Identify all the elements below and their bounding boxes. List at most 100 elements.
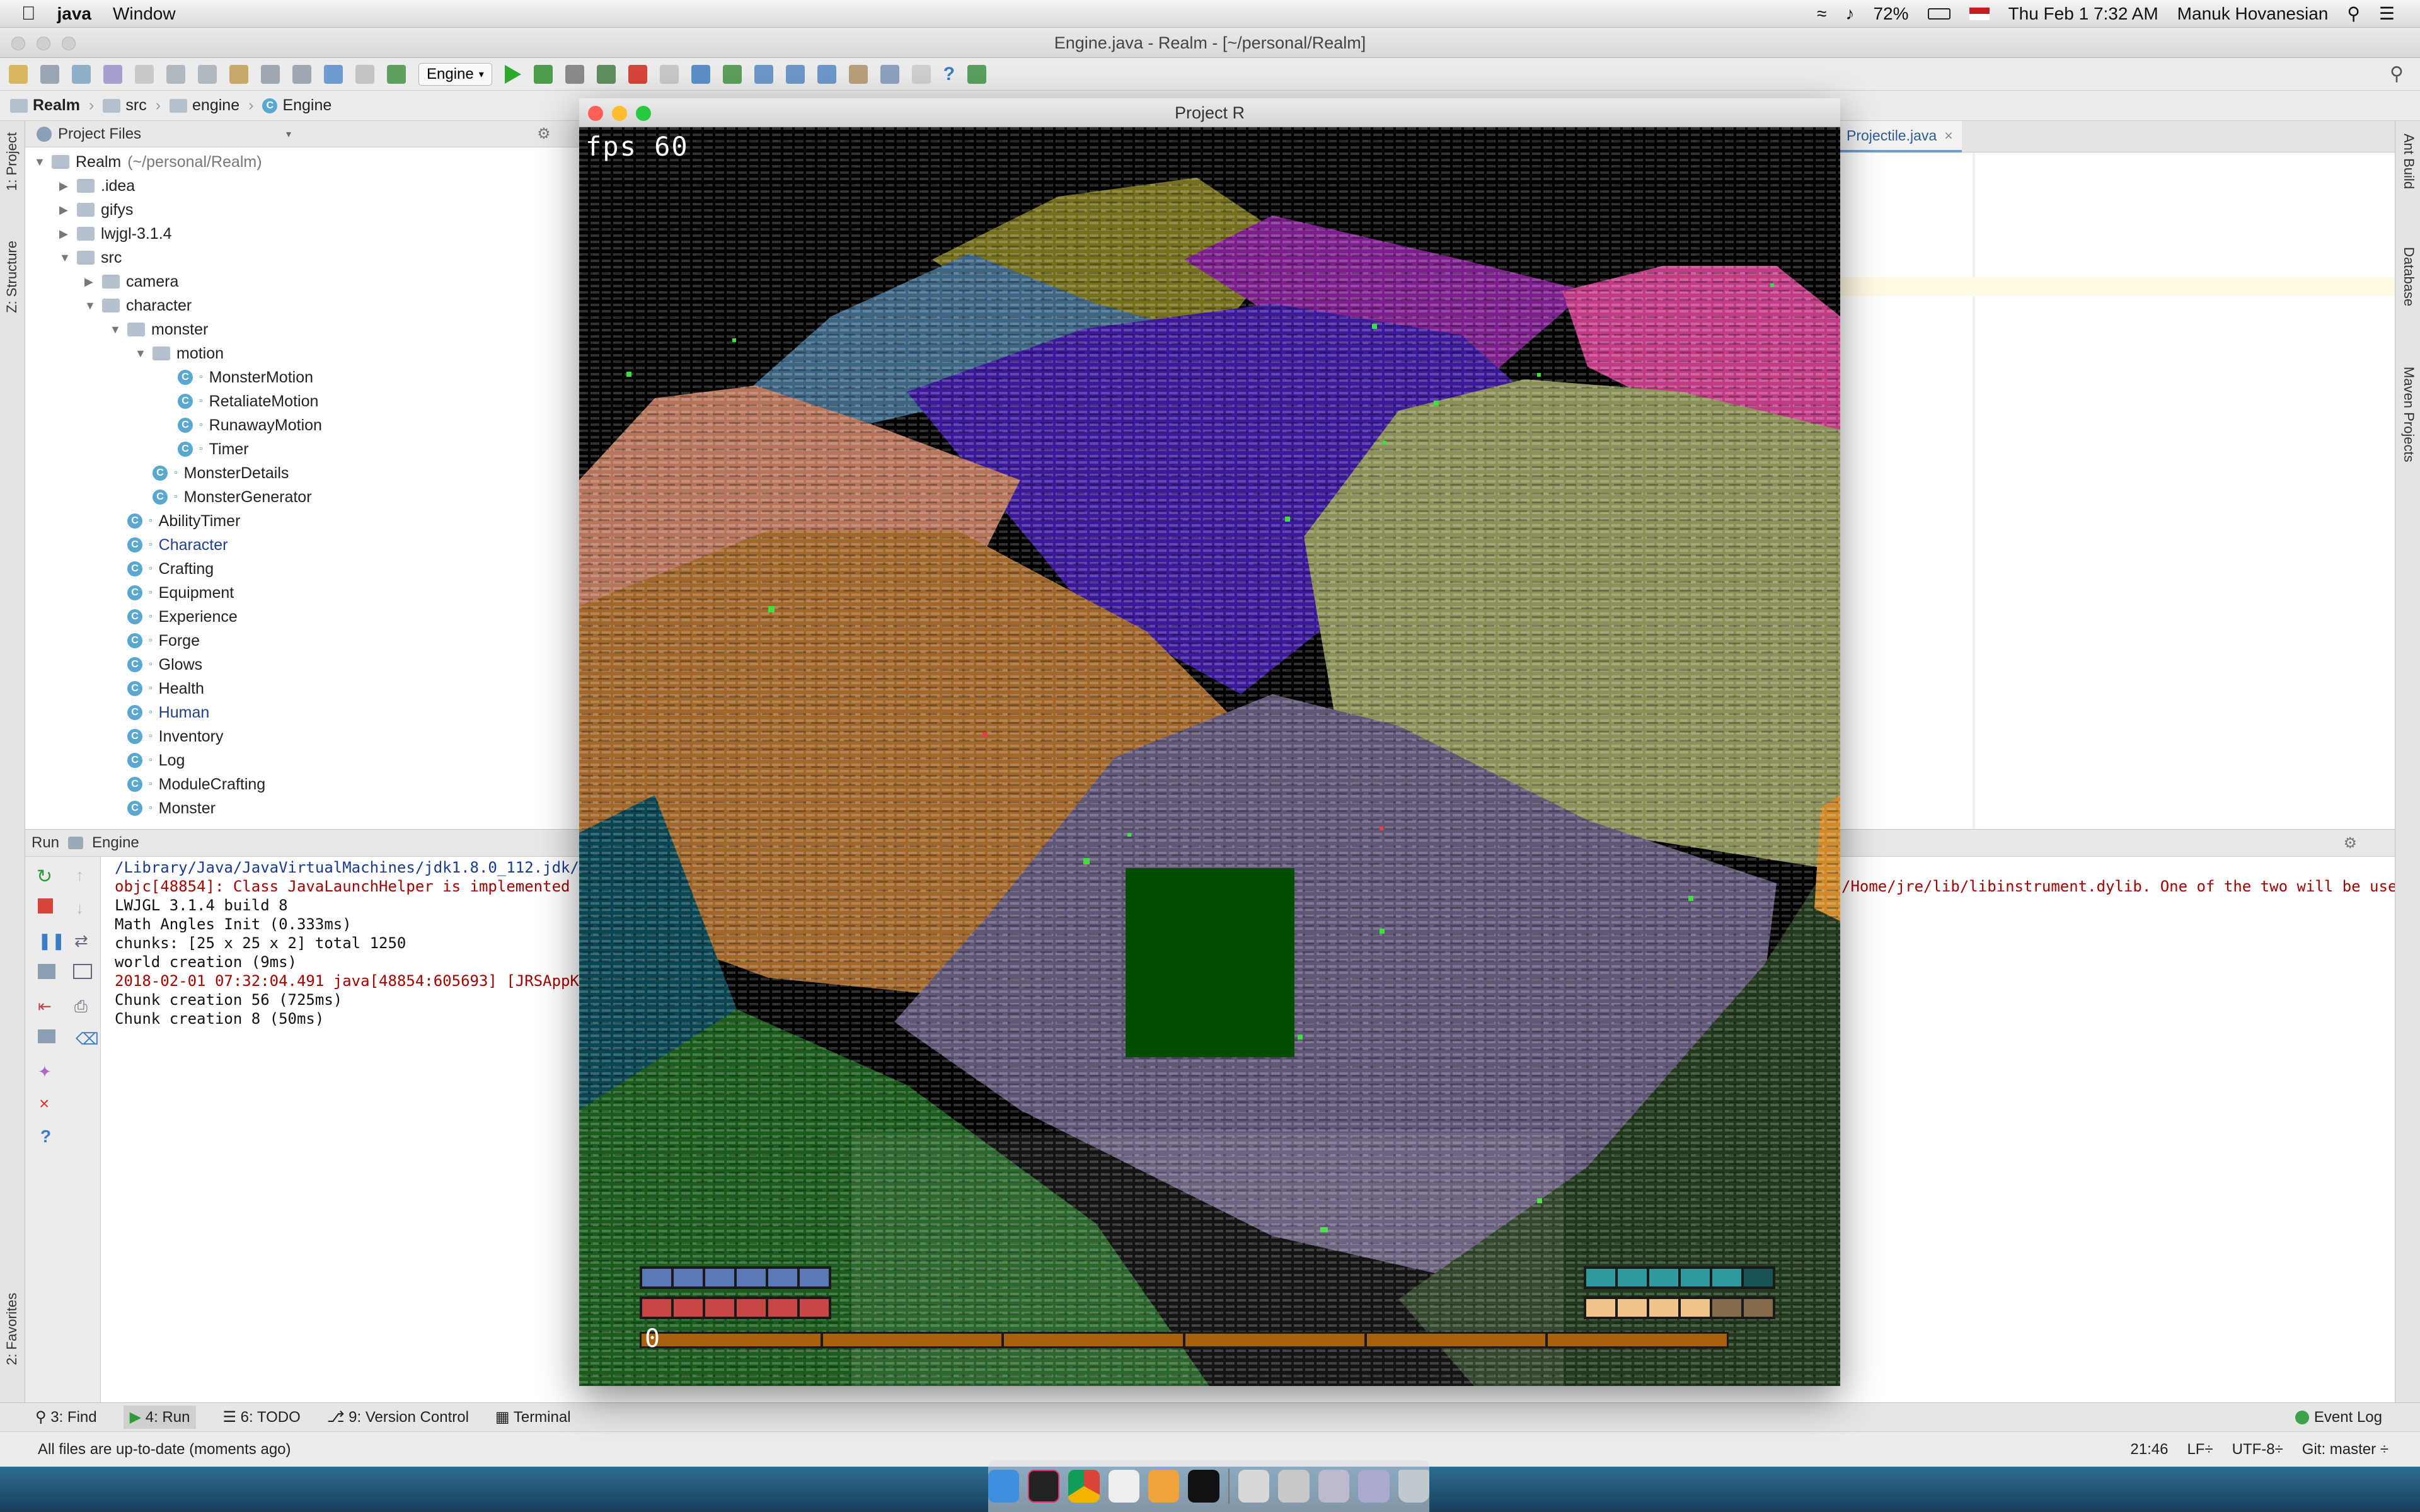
expand-arrow-icon[interactable]: ▼ [110,323,121,336]
tab-version-control[interactable]: ⎇ 9: Version Control [327,1408,469,1426]
game-viewport[interactable]: fps 60 0 [579,127,1840,1386]
apple-icon[interactable]:  [21,3,36,25]
chrome-icon[interactable] [1068,1470,1100,1503]
textedit-icon[interactable] [1108,1470,1139,1503]
tree-class[interactable]: C ▫ Timer [160,437,249,461]
attach-icon[interactable] [659,64,679,84]
finder-icon[interactable] [988,1470,1020,1503]
java-icon[interactable] [1148,1470,1180,1503]
folder-icon[interactable] [1358,1470,1390,1503]
breadcrumb-src[interactable]: src [103,96,147,115]
git-branch[interactable]: Git: master ÷ [2302,1441,2388,1458]
build-icon[interactable] [387,64,406,84]
close-icon[interactable]: × [39,1094,49,1114]
settings-icon[interactable]: ⚙ [537,125,551,143]
tree-class[interactable]: C ▫ Equipment [110,581,234,605]
menu-app-name[interactable]: java [57,4,92,24]
dump-threads-icon[interactable] [38,964,55,979]
tab-project[interactable]: 1: Project [4,132,20,191]
save-icon[interactable] [40,64,59,84]
minimize-button[interactable] [612,106,627,121]
coverage-icon[interactable] [565,64,584,84]
tree-class[interactable]: C ▫ RunawayMotion [160,413,322,437]
tree-class[interactable]: C ▫ MonsterDetails [135,461,289,485]
tab-projectile-java[interactable]: Projectile.java × [1838,121,1962,152]
minimize-button[interactable] [37,37,50,50]
breadcrumb-engine-package[interactable]: engine [170,96,239,115]
plugin-icon[interactable] [967,64,987,84]
help-icon[interactable]: ? [943,64,955,85]
tree-class[interactable]: C ▫ Forge [110,629,200,653]
rerun-icon[interactable]: ↻ [37,866,52,888]
battery-level[interactable]: 72% [1873,4,1908,24]
tree-class[interactable]: C ▫ Monster [110,796,216,820]
tree-class[interactable]: C ▫ Human [110,701,209,724]
tab-terminal[interactable]: ▦ Terminal [495,1408,571,1426]
expand-arrow-icon[interactable]: ▼ [59,251,71,265]
tab-database[interactable]: Database [2400,247,2417,306]
intellij-icon[interactable] [1028,1470,1060,1503]
tree-class[interactable]: C ▫ Glows [110,653,202,677]
tree-folder[interactable]: ▼ monster [110,318,208,341]
layout-icon[interactable] [38,1029,55,1043]
run-config-select[interactable]: Engine ▾ [418,62,492,86]
tab-structure[interactable]: Z: Structure [4,241,20,313]
tree-class[interactable]: C ▫ Experience [110,605,238,629]
tree-folder[interactable]: ▶ camera [84,270,178,294]
terminal-icon[interactable] [1188,1470,1219,1503]
scroll-down-icon[interactable]: ↓ [76,898,84,918]
pin-icon[interactable]: ✦ [38,1062,52,1082]
tree-folder[interactable]: ▼ src [59,246,122,270]
tree-class[interactable]: C ▫ RetaliateMotion [160,389,318,413]
breadcrumb-engine-class[interactable]: C Engine [262,96,331,115]
open-icon[interactable] [9,64,28,84]
clear-icon[interactable]: ⌫ [76,1029,99,1049]
chevron-down-icon[interactable]: ▾ [286,128,291,140]
tree-class[interactable]: C ▫ Crafting [110,557,214,581]
find-icon[interactable] [261,64,280,84]
tree-folder[interactable]: ▶ .idea [59,174,135,198]
tree-class[interactable]: C ▫ Health [110,677,204,701]
back-icon[interactable] [324,64,343,84]
undo-icon[interactable] [103,64,122,84]
zoom-button[interactable] [636,106,651,121]
tab-maven-projects[interactable]: Maven Projects [2400,367,2417,462]
breadcrumb-realm[interactable]: Realm [10,96,80,115]
tab-find[interactable]: ⚲ 3: Find [35,1408,97,1426]
close-icon[interactable]: × [1944,127,1952,144]
tree-folder[interactable]: ▶ gifys [59,198,133,222]
scroll-to-end-icon[interactable] [73,964,92,979]
expand-arrow-icon[interactable]: ▼ [34,156,45,169]
downloads-icon[interactable] [1318,1470,1350,1503]
vcs-commit-icon[interactable] [722,64,742,84]
cut-icon[interactable] [166,64,185,84]
user-name[interactable]: Manuk Hovanesian [2177,4,2329,24]
tree-class[interactable]: C ▫ MonsterGenerator [135,485,312,509]
volume-icon[interactable]: ♪ [1845,4,1854,24]
soft-wrap-icon[interactable]: ⇄ [74,931,88,951]
scroll-up-icon[interactable]: ↑ [76,866,84,885]
gear-icon[interactable]: ⚙ [2343,834,2357,852]
collapse-arrow-icon[interactable]: ▶ [59,227,71,241]
vcs-diff-icon[interactable] [785,64,805,84]
preview-icon[interactable] [1278,1470,1310,1503]
settings-icon[interactable] [848,64,868,84]
close-button[interactable] [11,37,25,50]
project-view-selector[interactable]: Project Files [58,125,141,143]
tree-class[interactable]: C ▫ Inventory [110,724,224,748]
collapse-arrow-icon[interactable]: ▶ [59,180,71,193]
trash-icon[interactable] [1398,1470,1430,1503]
file-encoding[interactable]: UTF-8÷ [2232,1441,2283,1458]
tab-ant-build[interactable]: Ant Build [2400,134,2417,189]
collapse-arrow-icon[interactable]: ▶ [59,203,71,217]
close-button[interactable] [588,106,603,121]
structure-icon[interactable] [880,64,899,84]
print-icon[interactable]: ⎙ [74,997,88,1017]
tree-folder[interactable]: ▼ motion [135,341,224,365]
expand-arrow-icon[interactable]: ▼ [135,347,146,360]
revert-icon[interactable] [817,64,836,84]
zoom-button[interactable] [62,37,76,50]
vcs-update-icon[interactable] [691,64,710,84]
exit-icon[interactable]: ⇤ [38,997,52,1016]
tree-class[interactable]: C ▫ ModuleCrafting [110,772,265,796]
